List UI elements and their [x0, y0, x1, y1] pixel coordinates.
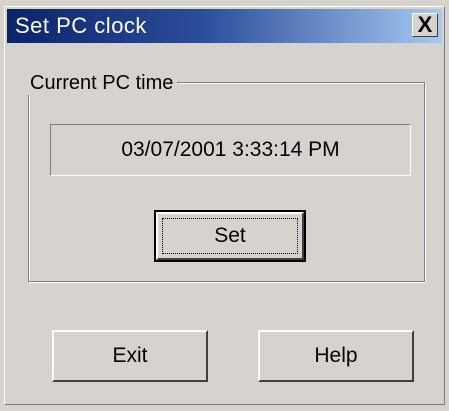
current-time-display: 03/07/2001 3:33:14 PM — [50, 124, 411, 176]
group-label: Current PC time — [26, 72, 178, 95]
exit-button-label: Exit — [112, 344, 148, 367]
close-icon: X — [417, 12, 433, 37]
exit-button[interactable]: Exit — [52, 330, 208, 382]
set-button[interactable]: Set — [154, 210, 306, 262]
close-button[interactable]: X — [412, 13, 438, 37]
focus-rectangle — [162, 218, 298, 254]
window-title: Set PC clock — [15, 13, 147, 38]
help-button-label: Help — [314, 344, 358, 367]
help-button[interactable]: Help — [258, 330, 414, 382]
title-bar[interactable]: Set PC clock X — [7, 9, 442, 43]
